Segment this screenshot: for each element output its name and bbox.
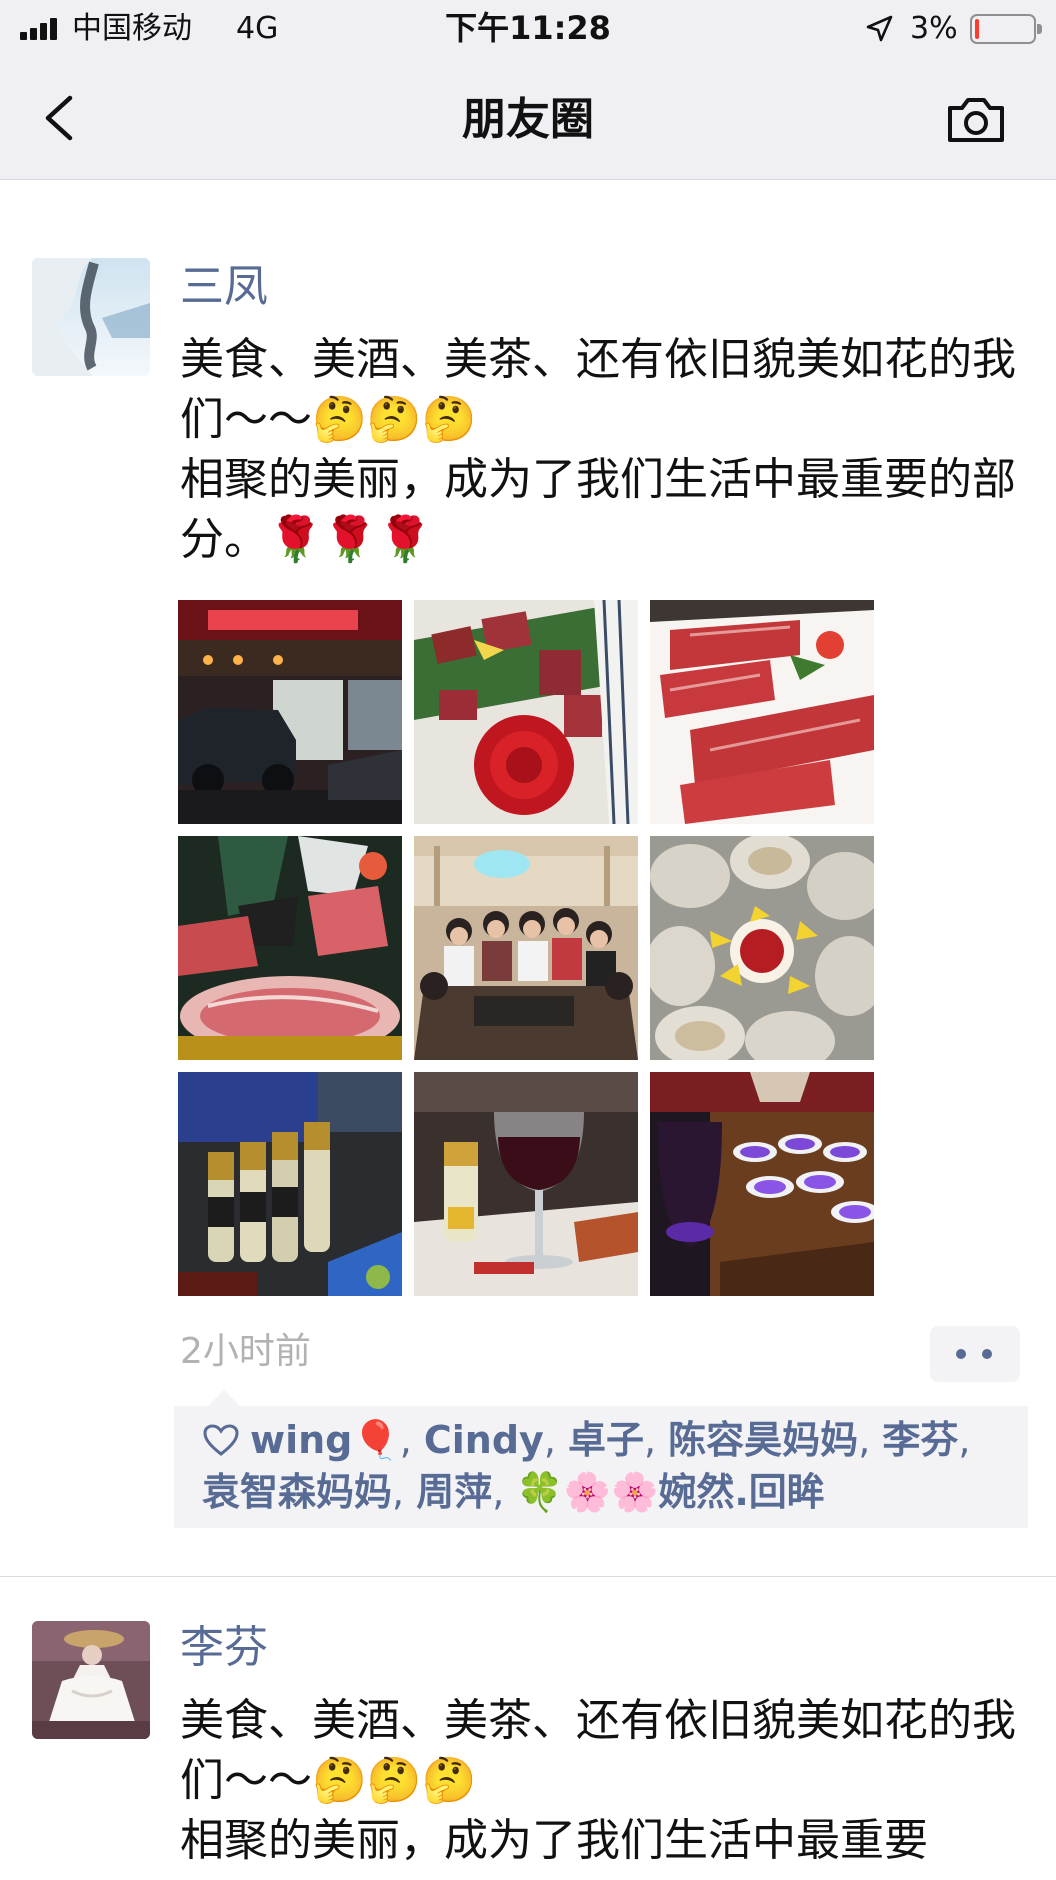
restaurant-storefront-photo[interactable]	[178, 600, 402, 824]
bottles-photo[interactable]	[178, 1072, 402, 1296]
moment-post: 三凤 美食、美酒、美茶、还有依旧貌美如花的我们～～🤔🤔🤔 相聚的美丽，成为了我们…	[0, 180, 1056, 1580]
status-bar: 中国移动 4G 下午11:28 3%	[0, 0, 1056, 58]
oysters-photo[interactable]	[650, 836, 874, 1060]
sliced-beef-platter-photo[interactable]	[650, 600, 874, 824]
post-author[interactable]: 李芬	[180, 1621, 268, 1675]
liker-name[interactable]: 陈容昊妈妈	[668, 1418, 858, 1462]
comment-more-button[interactable]	[930, 1326, 1020, 1382]
post-author[interactable]: 三凤	[180, 260, 268, 314]
liker-name[interactable]: wing🎈	[250, 1418, 400, 1462]
liker-name[interactable]: 🍀🌸🌸婉然.回眸	[516, 1470, 824, 1514]
beef-display-photo[interactable]	[178, 836, 402, 1060]
liker-name[interactable]: 周萍	[416, 1470, 492, 1514]
location-arrow-icon	[866, 15, 893, 42]
post-text: 美食、美酒、美茶、还有依旧貌美如花的我们～～🤔🤔🤔 相聚的美丽，成为了我们生活中…	[180, 334, 1016, 565]
liker-name[interactable]: 卓子	[568, 1418, 644, 1462]
tea-cups-photo[interactable]	[650, 1072, 874, 1296]
likes-box: wing🎈, Cindy, 卓子, 陈容昊妈妈, 李芬, 袁智森妈妈, 周萍, …	[174, 1390, 1028, 1528]
nav-bar: 朋友圈	[0, 58, 1056, 180]
page-title: 朋友圈	[462, 94, 594, 145]
avatar[interactable]	[32, 258, 150, 376]
group-dinner-photo[interactable]	[414, 836, 638, 1060]
marbled-beef-rose-photo[interactable]	[414, 600, 638, 824]
battery-level-fill	[975, 19, 979, 39]
post-timestamp: 2小时前	[180, 1331, 311, 1372]
status-time: 下午11:28	[445, 9, 611, 47]
liker-name[interactable]: Cindy	[424, 1418, 544, 1462]
heart-outline-icon	[203, 1424, 239, 1456]
battery-icon	[970, 14, 1042, 44]
liker-name[interactable]: 李芬	[882, 1418, 958, 1462]
liker-name[interactable]: 袁智森妈妈	[202, 1470, 392, 1514]
moments-feed[interactable]: 三凤 美食、美酒、美茶、还有依旧貌美如花的我们～～🤔🤔🤔 相聚的美丽，成为了我们…	[0, 180, 1056, 1880]
camera-icon[interactable]	[944, 92, 1008, 148]
photo-grid	[178, 600, 874, 1296]
red-wine-glass-photo[interactable]	[414, 1072, 638, 1296]
moment-post: 李芬 美食、美酒、美茶、还有依旧貌美如花的我们～～🤔🤔🤔 相聚的美丽，成为了我们…	[0, 1577, 1056, 1880]
avatar[interactable]	[32, 1621, 150, 1739]
battery-percent: 3%	[910, 11, 958, 46]
post-text: 美食、美酒、美茶、还有依旧貌美如花的我们～～🤔🤔🤔 相聚的美丽，成为了我们生活中…	[180, 1695, 1016, 1866]
